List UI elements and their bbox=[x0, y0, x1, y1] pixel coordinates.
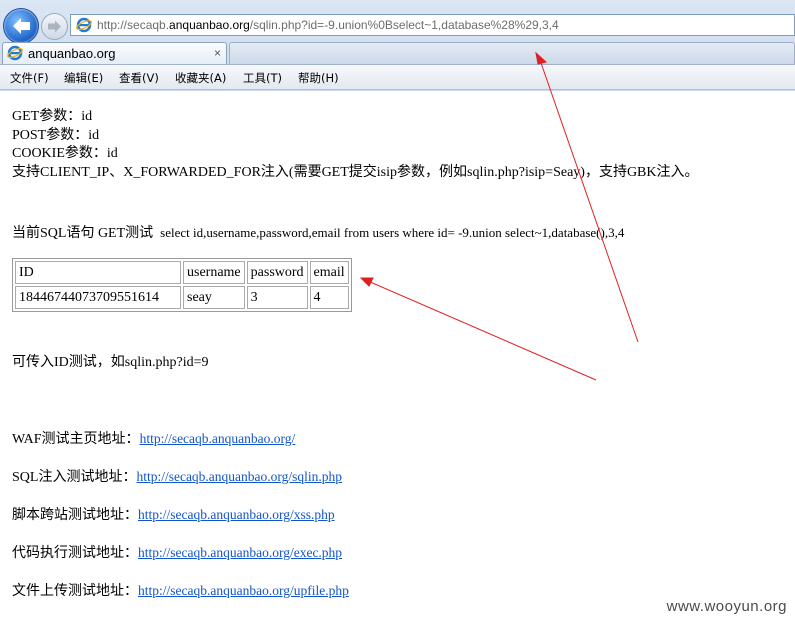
annotation-arrow-address bbox=[535, 51, 639, 343]
annotation-arrows bbox=[359, 51, 639, 381]
annotation-arrow-table bbox=[359, 277, 597, 381]
